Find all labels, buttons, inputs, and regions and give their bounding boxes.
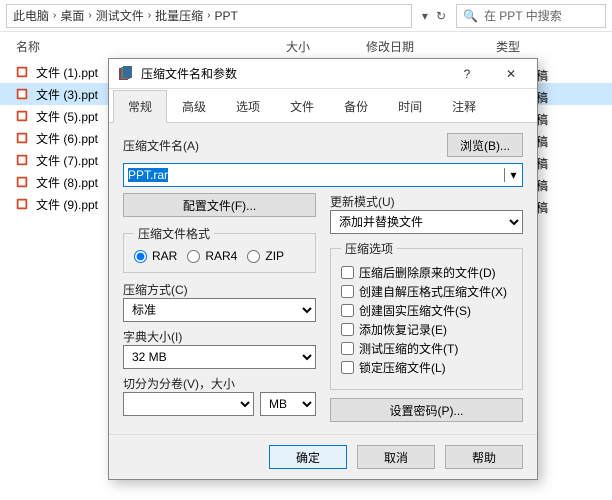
format-rar4[interactable]: RAR4	[187, 248, 237, 264]
breadcrumb[interactable]: 此电脑› 桌面› 测试文件› 批量压缩› PPT	[6, 4, 412, 28]
cancel-button[interactable]: 取消	[357, 445, 435, 469]
tab-备份[interactable]: 备份	[329, 90, 383, 123]
column-date[interactable]: 修改日期	[366, 38, 496, 55]
ppt-icon	[14, 64, 30, 80]
browse-button[interactable]: 浏览(B)...	[447, 133, 523, 157]
split-label: 切分为分卷(V)，大小	[123, 375, 316, 392]
update-select[interactable]: 添加并替换文件	[330, 210, 523, 234]
ppt-icon	[14, 86, 30, 102]
crumb[interactable]: PPT	[214, 9, 237, 23]
method-select[interactable]: 标准	[123, 298, 316, 322]
tab-时间[interactable]: 时间	[383, 90, 437, 123]
tab-文件[interactable]: 文件	[275, 90, 329, 123]
ppt-icon	[14, 174, 30, 190]
password-button[interactable]: 设置密码(P)...	[330, 398, 523, 422]
format-rar[interactable]: RAR	[134, 248, 177, 264]
column-type[interactable]: 类型	[496, 38, 576, 55]
profiles-button[interactable]: 配置文件(F)...	[123, 193, 316, 217]
ppt-icon	[14, 196, 30, 212]
close-icon[interactable]: ✕	[493, 60, 529, 88]
option-checkbox[interactable]: 压缩后删除原来的文件(D)	[341, 263, 512, 282]
tab-高级[interactable]: 高级	[167, 90, 221, 123]
tab-注释[interactable]: 注释	[437, 90, 491, 123]
crumb[interactable]: 桌面	[60, 7, 84, 24]
dialog-title: 压缩文件名和参数	[141, 65, 237, 82]
ppt-icon	[14, 130, 30, 146]
method-label: 压缩方式(C)	[123, 281, 316, 298]
filename-dropdown-icon[interactable]: ▾	[504, 168, 522, 182]
tab-常规[interactable]: 常规	[113, 90, 167, 123]
option-checkbox[interactable]: 添加恢复记录(E)	[341, 320, 512, 339]
refresh-icon[interactable]: ↻	[436, 9, 446, 23]
option-checkbox[interactable]: 锁定压缩文件(L)	[341, 358, 512, 377]
column-name[interactable]: 名称	[16, 38, 286, 55]
dict-label: 字典大小(I)	[123, 328, 316, 345]
update-label: 更新模式(U)	[330, 193, 523, 210]
option-checkbox[interactable]: 创建自解压格式压缩文件(X)	[341, 282, 512, 301]
option-checkbox[interactable]: 测试压缩的文件(T)	[341, 339, 512, 358]
options-legend: 压缩选项	[341, 240, 397, 257]
column-size[interactable]: 大小	[286, 38, 366, 55]
tab-选项[interactable]: 选项	[221, 90, 275, 123]
crumb[interactable]: 测试文件	[96, 7, 144, 24]
ppt-icon	[14, 108, 30, 124]
option-checkbox[interactable]: 创建固实压缩文件(S)	[341, 301, 512, 320]
dict-select[interactable]: 32 MB	[123, 345, 316, 369]
format-legend: 压缩文件格式	[134, 225, 214, 242]
filename-label: 压缩文件名(A)	[123, 137, 199, 154]
search-input[interactable]: 🔍 在 PPT 中搜索	[456, 4, 606, 28]
help-button[interactable]: 帮助	[445, 445, 523, 469]
tabs: 常规高级选项文件备份时间注释	[109, 89, 537, 123]
split-unit-select[interactable]: MB	[260, 392, 316, 416]
search-icon: 🔍	[463, 9, 478, 23]
help-icon[interactable]: ?	[449, 60, 485, 88]
archive-dialog: 压缩文件名和参数 ? ✕ 常规高级选项文件备份时间注释 压缩文件名(A) 浏览(…	[108, 58, 538, 480]
format-zip[interactable]: ZIP	[247, 248, 284, 264]
crumb[interactable]: 批量压缩	[155, 7, 203, 24]
crumb[interactable]: 此电脑	[13, 7, 49, 24]
app-icon	[117, 66, 133, 82]
dropdown-icon[interactable]: ▾	[422, 9, 428, 23]
filename-input[interactable]: PPT.rar	[124, 168, 504, 182]
ok-button[interactable]: 确定	[269, 445, 347, 469]
split-size-select[interactable]	[123, 392, 254, 416]
search-placeholder: 在 PPT 中搜索	[484, 7, 562, 24]
ppt-icon	[14, 152, 30, 168]
